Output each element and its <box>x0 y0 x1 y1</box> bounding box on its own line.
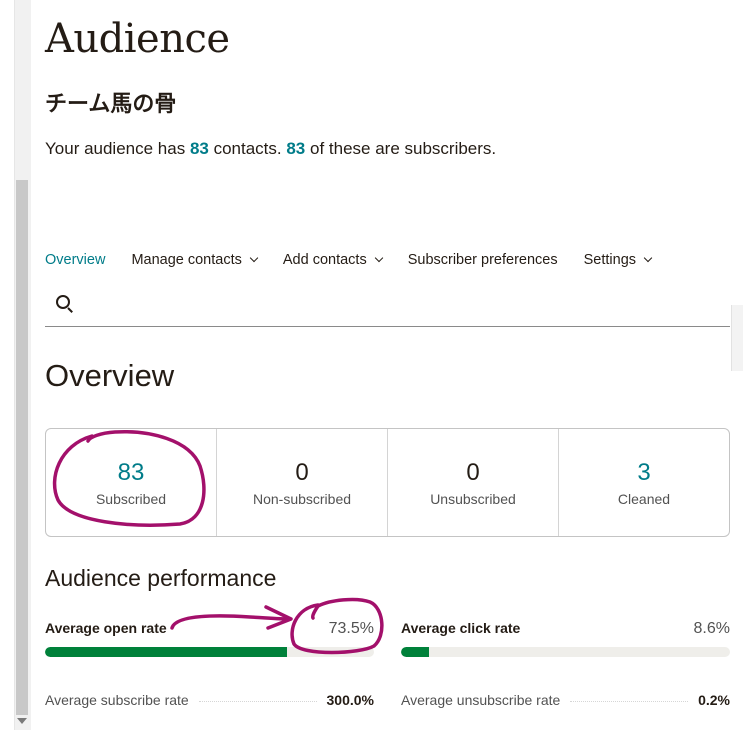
click-rate-bar-fill <box>401 647 430 657</box>
dotted-leader <box>570 701 689 702</box>
audience-stats: 83 Subscribed 0 Non-subscribed 0 Unsubsc… <box>45 428 730 537</box>
audience-summary: Your audience has 83 contacts. 83 of the… <box>45 139 497 158</box>
stat-label: Subscribed <box>95 491 167 507</box>
contact-search <box>45 286 730 327</box>
stat-unsubscribed[interactable]: 0 Unsubscribed <box>388 429 559 536</box>
scroll-down-arrow-icon[interactable] <box>17 718 27 724</box>
stat-value: 0 <box>295 459 309 486</box>
audience-tabs: Overview Manage contacts Add contacts Su… <box>45 252 677 268</box>
stat-non-subscribed[interactable]: 0 Non-subscribed <box>217 429 388 536</box>
tab-overview[interactable]: Overview <box>45 252 105 268</box>
scrollbar[interactable] <box>0 0 31 730</box>
dotted-leader <box>198 701 317 702</box>
open-rate-bar-fill <box>45 647 287 657</box>
unsubscribe-rate-row: Average unsubscribe rate 0.2% <box>401 692 730 708</box>
scrollbar-thumb[interactable] <box>16 180 28 715</box>
click-rate-label: Average click rate <box>401 620 521 636</box>
tab-manage-contacts[interactable]: Manage contacts <box>131 252 259 268</box>
overview-heading: Overview <box>45 358 175 393</box>
subscribe-rate-label: Average subscribe rate <box>45 692 189 708</box>
stat-cleaned[interactable]: 3 Cleaned <box>559 429 729 536</box>
stat-value: 83 <box>117 459 145 486</box>
subscribe-rate-value: 300.0% <box>326 692 374 708</box>
tab-add-contacts[interactable]: Add contacts <box>283 252 383 268</box>
page-title: Audience <box>45 16 230 62</box>
tab-settings[interactable]: Settings <box>584 252 653 268</box>
open-rate-label: Average open rate <box>45 620 167 636</box>
search-icon[interactable] <box>56 295 70 309</box>
tab-subscriber-preferences[interactable]: Subscriber preferences <box>408 252 558 268</box>
stat-value: 3 <box>637 459 651 486</box>
open-rate-value: 73.5% <box>328 620 374 637</box>
stat-label: Unsubscribed <box>430 491 516 507</box>
click-rate-bar <box>401 647 730 657</box>
feedback-side-tab[interactable] <box>731 305 743 371</box>
subscribe-rate-row: Average subscribe rate 300.0% <box>45 692 374 708</box>
annotation-arrowhead <box>264 605 293 630</box>
stat-subscribed[interactable]: 83 Subscribed <box>46 429 217 536</box>
performance-heading: Audience performance <box>45 565 277 591</box>
contacts-count: 83 <box>189 139 209 158</box>
subscribers-count: 83 <box>286 139 306 158</box>
chevron-down-icon <box>249 253 259 263</box>
audience-name: チーム馬の骨 <box>45 92 177 117</box>
chevron-down-icon <box>643 253 653 263</box>
stat-label: Cleaned <box>617 491 671 507</box>
stat-value: 0 <box>466 459 480 486</box>
unsubscribe-rate-label: Average unsubscribe rate <box>401 692 561 708</box>
search-input[interactable] <box>81 290 725 322</box>
open-rate-bar <box>45 647 374 657</box>
stat-label: Non-subscribed <box>252 491 352 507</box>
annotation-arrow <box>170 614 292 630</box>
unsubscribe-rate-value: 0.2% <box>698 692 730 708</box>
chevron-down-icon <box>374 253 383 263</box>
click-rate-value: 8.6% <box>693 620 730 637</box>
